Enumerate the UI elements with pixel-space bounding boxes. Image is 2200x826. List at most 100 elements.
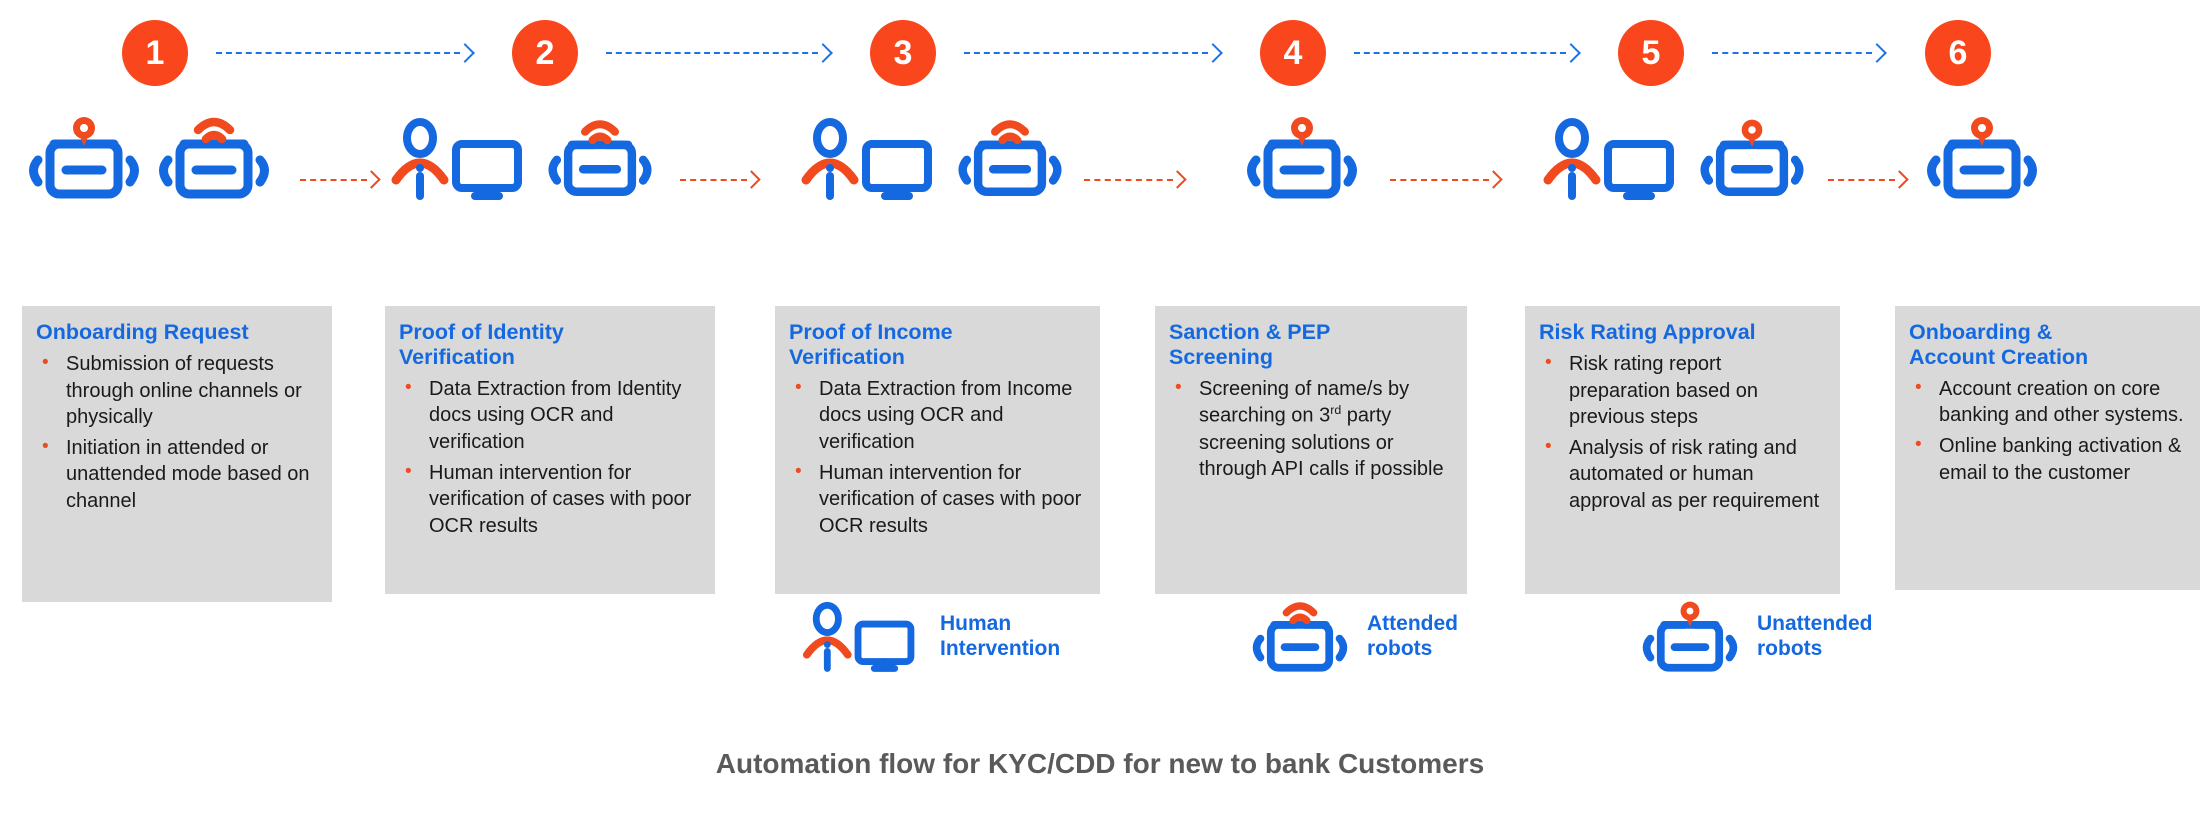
attended-robot-icon (540, 118, 660, 198)
bullet-item: Screening of name/s by searching on 3rd … (1169, 375, 1451, 483)
bullet-item: Human intervention for verification of c… (399, 459, 699, 540)
human-intervention-icon (798, 118, 948, 200)
step-number-4: 4 (1260, 20, 1326, 86)
legend-item-attended-robots: Attended robots (1245, 600, 1458, 672)
unattended-robot-icon (1692, 118, 1812, 198)
step-card-6: Onboarding & Account Creation Account cr… (1895, 306, 2200, 590)
step-number-6: 6 (1925, 20, 1991, 86)
arrow-head (1203, 43, 1223, 63)
step-number-label: 3 (893, 34, 913, 72)
step-card-bullets: Risk rating report preparation based on … (1539, 350, 1824, 515)
icon-flow-arrow-4-5 (1390, 170, 1503, 190)
step-card-bullets: Screening of name/s by searching on 3rd … (1169, 375, 1451, 483)
arrow-head (1484, 170, 1503, 189)
legend-label: Unattended robots (1757, 611, 1873, 660)
step-connector-arrow-4-5 (1354, 42, 1581, 64)
arrow-shaft (964, 52, 1208, 54)
arrow-head (362, 170, 381, 189)
bullet-item: Data Extraction from Income docs using O… (789, 375, 1084, 456)
step-icons-5 (1540, 118, 1812, 200)
human-intervention-icon (800, 600, 928, 672)
diagram-canvas: 1 2 3 4 5 6 Onboarding Request • Submiss… (0, 0, 2200, 826)
icon-cluster (20, 117, 278, 199)
arrow-shaft (1084, 179, 1173, 181)
unattended-robot-icon (1635, 600, 1745, 672)
step-number-5: 5 (1618, 20, 1684, 86)
diagram-caption: Automation flow for KYC/CDD for new to b… (715, 748, 1485, 779)
bullet-item: Submission of requests through online ch… (36, 350, 316, 431)
step-card-title: Onboarding & Account Creation (1909, 320, 2089, 369)
step-card-3: Proof of Income Verification Data Extrac… (775, 306, 1100, 594)
legend-item-human-intervention: Human Intervention (800, 600, 1060, 672)
legend-label: Human Intervention (940, 611, 1061, 660)
arrow-shaft (1712, 52, 1872, 54)
icon-cluster (1912, 117, 2052, 199)
step-connector-arrow-2-3 (606, 42, 833, 64)
unattended-robot-icon (1912, 117, 2052, 199)
step-number-label: 4 (1283, 34, 1303, 72)
arrow-shaft (1354, 52, 1566, 54)
step-card-bullets: Account creation on core banking and oth… (1909, 375, 2184, 486)
bullet-item: Account creation on core banking and oth… (1909, 375, 2184, 429)
bullet-item: Data Extraction from Identity docs using… (399, 375, 699, 456)
icon-flow-arrow-3-4 (1084, 170, 1187, 190)
step-card-title: Proof of Income Verification (789, 320, 953, 369)
step-icons-4 (1232, 117, 1372, 199)
icon-cluster (1232, 117, 1372, 199)
arrow-head (455, 43, 475, 63)
step-number-1: 1 (122, 20, 188, 86)
icon-cluster (798, 118, 1070, 200)
arrow-head (1890, 170, 1909, 189)
human-intervention-icon (1540, 118, 1690, 200)
step-icons-2 (388, 118, 660, 200)
step-card-bullets: Data Extraction from Income docs using O… (789, 375, 1084, 540)
arrow-head (1561, 43, 1581, 63)
step-connector-arrow-1-2 (216, 42, 475, 64)
step-card-bullets: Submission of requests through online ch… (36, 350, 316, 515)
step-connector-arrow-5-6 (1712, 42, 1887, 64)
attended-robot-icon (150, 117, 278, 199)
bullet-item: Risk rating report preparation based on … (1539, 350, 1824, 431)
arrow-shaft (1390, 179, 1489, 181)
step-card-2: Proof of Identity Verification Data Extr… (385, 306, 715, 594)
arrow-shaft (680, 179, 747, 181)
step-number-label: 1 (145, 34, 165, 72)
step-number-label: 5 (1641, 34, 1661, 72)
bullet-item: Human intervention for verification of c… (789, 459, 1084, 540)
step-number-label: 2 (535, 34, 555, 72)
step-icons-3 (798, 118, 1070, 200)
step-icons-6 (1912, 117, 2052, 199)
bullet-item: Analysis of risk rating and automated or… (1539, 434, 1824, 515)
human-intervention-icon (388, 118, 538, 200)
icon-flow-arrow-5-6 (1828, 170, 1909, 190)
step-number-3: 3 (870, 20, 936, 86)
step-card-4: Sanction & PEP Screening Screening of na… (1155, 306, 1467, 594)
unattended-robot-icon (1232, 117, 1372, 199)
step-card-bullets: Data Extraction from Identity docs using… (399, 375, 699, 540)
step-icons-1 (20, 117, 278, 199)
arrow-shaft (300, 179, 367, 181)
step-card-1: Onboarding Request Submission of request… (22, 306, 332, 602)
step-card-title: Risk Rating Approval (1539, 320, 1756, 344)
icon-flow-arrow-2-3 (680, 170, 761, 190)
arrow-head (1168, 170, 1187, 189)
step-number-2: 2 (512, 20, 578, 86)
bullet-item: Online banking activation & email to the… (1909, 432, 2184, 486)
arrow-shaft (1828, 179, 1895, 181)
step-card-title: Proof of Identity Verification (399, 320, 564, 369)
arrow-shaft (216, 52, 460, 54)
unattended-robot-icon (20, 117, 148, 199)
arrow-head (813, 43, 833, 63)
bullet-item: Initiation in attended or unattended mod… (36, 434, 316, 515)
step-card-5: Risk Rating Approval Risk rating report … (1525, 306, 1840, 594)
step-number-label: 6 (1948, 34, 1968, 72)
attended-robot-icon (950, 118, 1070, 198)
legend-label: Attended robots (1367, 611, 1458, 660)
icon-cluster (388, 118, 660, 200)
step-card-title: Sanction & PEP Screening (1169, 320, 1331, 369)
arrow-head (742, 170, 761, 189)
arrow-head (1867, 43, 1887, 63)
arrow-shaft (606, 52, 818, 54)
step-card-title: Onboarding Request (36, 320, 249, 344)
icon-cluster (1540, 118, 1812, 200)
